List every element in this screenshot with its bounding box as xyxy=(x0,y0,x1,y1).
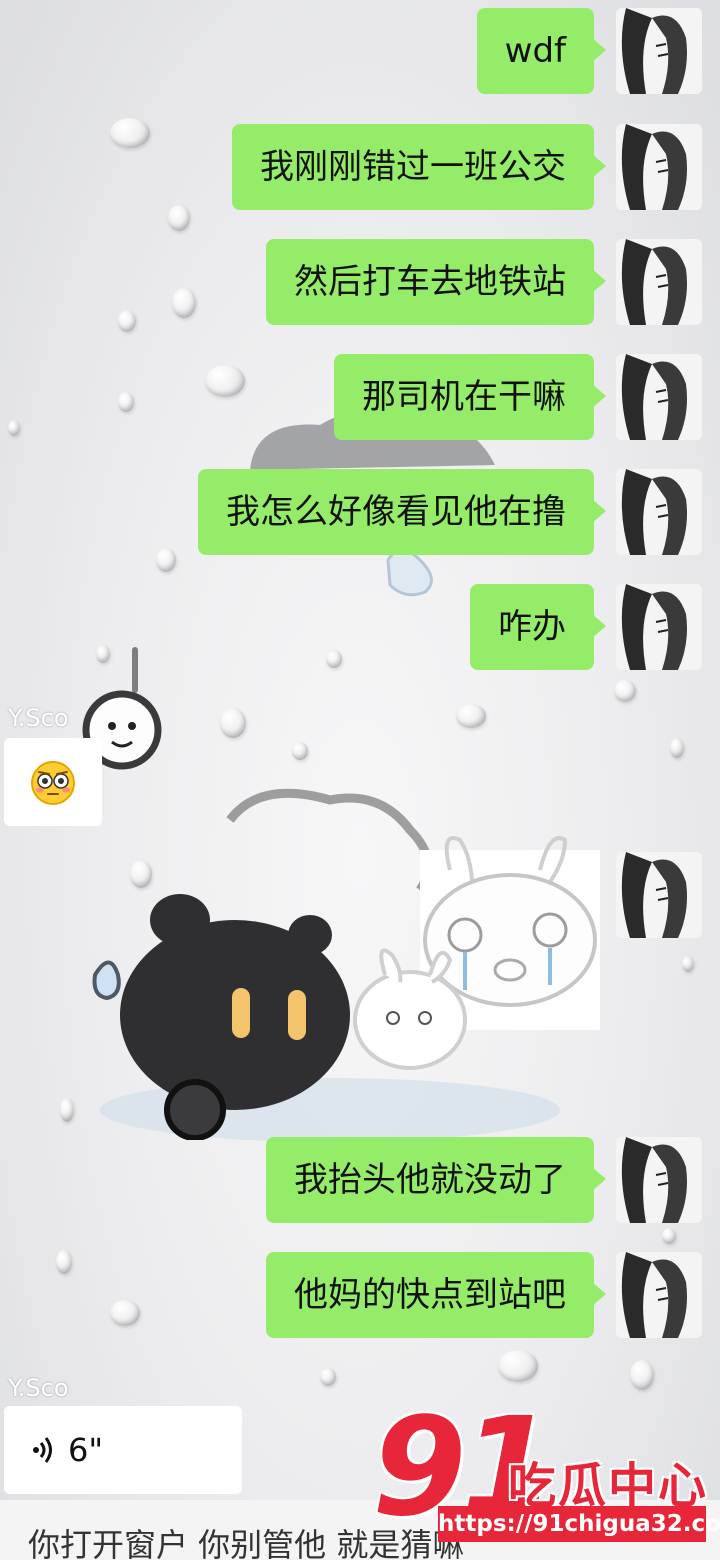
message-row-outgoing: 咋办 xyxy=(470,584,702,670)
message-bubble[interactable]: 咋办 xyxy=(470,584,606,670)
avatar[interactable] xyxy=(616,1252,702,1338)
voice-duration: 6" xyxy=(68,1431,104,1469)
user-avatar-icon xyxy=(616,124,702,210)
message-bubble[interactable]: 那司机在干嘛 xyxy=(334,354,606,440)
voice-message-bubble[interactable]: 6" xyxy=(4,1406,242,1494)
user-avatar-icon xyxy=(616,469,702,555)
watermark-url: https://91chigua32.com xyxy=(438,1506,720,1542)
user-avatar-icon xyxy=(616,354,702,440)
sticker-image[interactable] xyxy=(110,770,600,1140)
message-bubble[interactable]: 我刚刚错过一班公交 xyxy=(232,124,606,210)
user-avatar-icon xyxy=(616,239,702,325)
avatar[interactable] xyxy=(616,8,702,94)
avatar[interactable] xyxy=(616,1137,702,1223)
user-avatar-icon xyxy=(616,1252,702,1338)
avatar[interactable] xyxy=(616,124,702,210)
user-avatar-icon xyxy=(616,1137,702,1223)
user-avatar-icon xyxy=(616,8,702,94)
avatar[interactable] xyxy=(616,852,702,938)
avatar[interactable] xyxy=(616,469,702,555)
sender-name: Y.Sco xyxy=(8,1374,69,1402)
message-bubble[interactable]: wdf xyxy=(476,8,607,94)
message-row-outgoing: 然后打车去地铁站 xyxy=(266,239,702,325)
voice-wave-icon xyxy=(33,1437,52,1463)
avatar[interactable] xyxy=(616,354,702,440)
message-row-outgoing: wdf xyxy=(476,8,702,94)
avatar[interactable] xyxy=(616,584,702,670)
chat-area[interactable]: wdf 我刚刚错过一班公交 然后打车去地铁站 那司机在干嘛 我怎么好像看见他在撸… xyxy=(0,0,720,1560)
message-row-outgoing: 他妈的快点到站吧 xyxy=(266,1252,702,1338)
message-bubble[interactable]: 我抬头他就没动了 xyxy=(266,1137,606,1223)
message-row-outgoing: 那司机在干嘛 xyxy=(334,354,702,440)
flushed-face-emoji-icon xyxy=(31,761,75,805)
message-bubble-incoming[interactable] xyxy=(4,738,102,826)
user-avatar-icon xyxy=(616,852,702,938)
avatar[interactable] xyxy=(616,239,702,325)
message-bubble[interactable]: 他妈的快点到站吧 xyxy=(266,1252,606,1338)
sender-name: Y.Sco xyxy=(8,704,69,732)
message-row-outgoing: 我刚刚错过一班公交 xyxy=(232,124,702,210)
user-avatar-icon xyxy=(616,584,702,670)
message-row-outgoing: 我抬头他就没动了 xyxy=(266,1137,702,1223)
message-bubble[interactable]: 我怎么好像看见他在撸 xyxy=(198,469,606,555)
message-row-outgoing: 我怎么好像看见他在撸 xyxy=(198,469,702,555)
message-bubble[interactable]: 然后打车去地铁站 xyxy=(266,239,606,325)
